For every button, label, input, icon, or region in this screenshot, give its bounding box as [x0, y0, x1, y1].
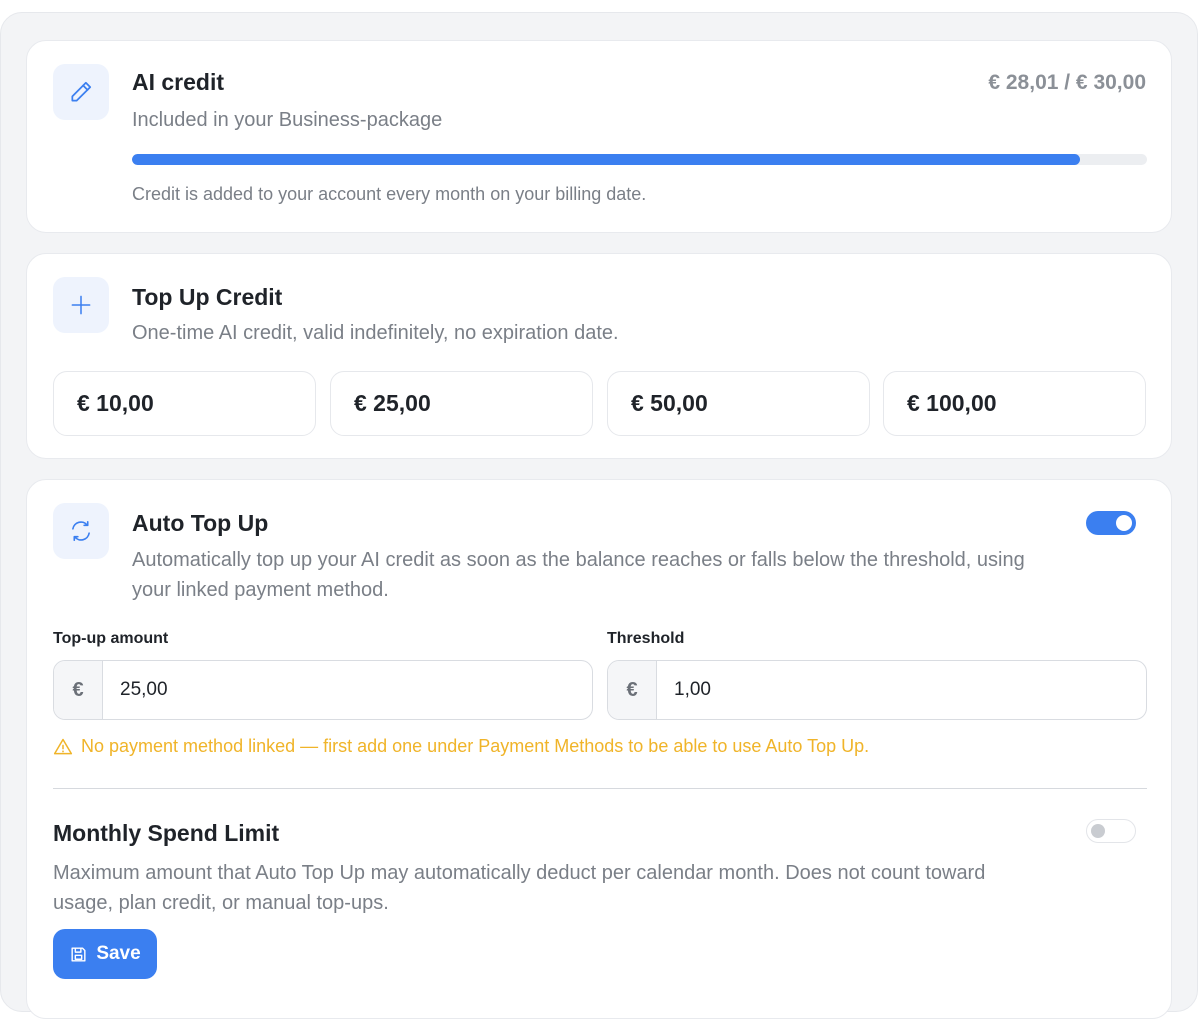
- monthly-spend-limit-toggle[interactable]: [1086, 819, 1136, 843]
- ai-credit-progress-fill: [132, 154, 1080, 165]
- threshold-field: €: [607, 660, 1147, 720]
- toggle-knob: [1116, 515, 1132, 531]
- top-up-option-50[interactable]: € 50,00: [607, 371, 870, 436]
- save-button-label: Save: [96, 943, 141, 964]
- warning-triangle-icon: [53, 738, 73, 754]
- ai-credit-amount: € 28,01 / € 30,00: [988, 71, 1146, 94]
- toggle-knob: [1091, 824, 1105, 838]
- auto-top-up-title: Auto Top Up: [132, 510, 269, 536]
- monthly-spend-limit-description: Maximum amount that Auto Top Up may auto…: [53, 862, 986, 914]
- threshold-label: Threshold: [607, 630, 685, 647]
- save-button[interactable]: Save: [53, 929, 157, 979]
- plus-icon: [53, 277, 109, 333]
- top-up-subtitle: One-time AI credit, valid indefinitely, …: [132, 322, 619, 344]
- ai-credit-note: Credit is added to your account every mo…: [132, 184, 647, 204]
- top-up-amount-input[interactable]: [103, 661, 592, 719]
- threshold-input[interactable]: [657, 661, 1146, 719]
- top-up-option-10[interactable]: € 10,00: [53, 371, 316, 436]
- monthly-spend-limit-title: Monthly Spend Limit: [53, 820, 280, 846]
- euro-prefix: €: [54, 661, 103, 719]
- refresh-icon: [53, 503, 109, 559]
- top-up-amount-label: Top-up amount: [53, 630, 169, 647]
- ai-credit-card: AI credit Included in your Business-pack…: [26, 40, 1172, 233]
- top-up-option-100[interactable]: € 100,00: [883, 371, 1146, 436]
- auto-top-up-card: Auto Top Up Automatically top up your AI…: [26, 479, 1172, 1019]
- pencil-icon: [53, 64, 109, 120]
- auto-top-up-toggle[interactable]: [1086, 511, 1136, 535]
- ai-credit-title: AI credit: [132, 69, 225, 95]
- euro-prefix: €: [608, 661, 657, 719]
- floppy-disk-icon: [71, 946, 86, 962]
- auto-top-up-description: Automatically top up your AI credit as s…: [132, 549, 1025, 601]
- top-up-title: Top Up Credit: [132, 284, 283, 310]
- payment-warning-text: No payment method linked — first add one…: [81, 736, 870, 756]
- top-up-card: Top Up Credit One-time AI credit, valid …: [26, 253, 1172, 459]
- payment-warning: No payment method linked — first add one…: [53, 736, 869, 757]
- section-divider: [53, 788, 1147, 789]
- ai-credit-subtitle: Included in your Business-package: [132, 109, 443, 131]
- ai-credit-progress-bar: [132, 154, 1147, 165]
- top-up-option-25[interactable]: € 25,00: [330, 371, 593, 436]
- settings-panel: AI credit Included in your Business-pack…: [0, 12, 1198, 1019]
- top-up-amount-field: €: [53, 660, 593, 720]
